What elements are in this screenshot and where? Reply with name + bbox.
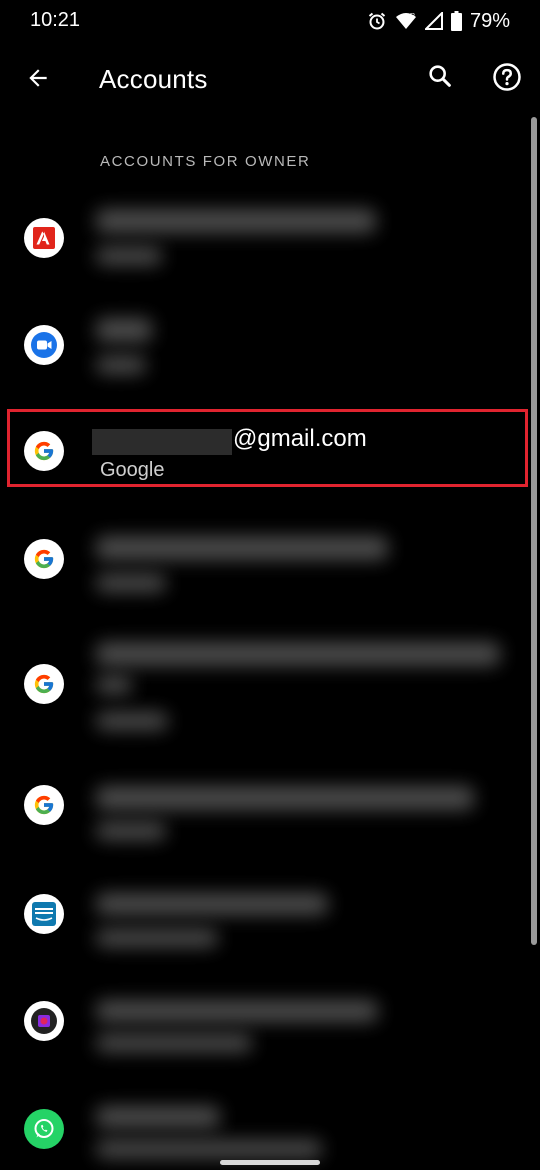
section-header: ACCOUNTS FOR OWNER: [100, 153, 311, 170]
blurred-account-name: [96, 1000, 378, 1022]
blurred-account-name-wrap: [96, 676, 132, 694]
blurred-account-type: [96, 1034, 252, 1052]
account-row-app[interactable]: [0, 968, 530, 1074]
blurred-account-type: [96, 822, 166, 840]
account-row-duo[interactable]: [0, 292, 530, 398]
page-title: Accounts: [99, 64, 208, 94]
status-time: 10:21: [30, 9, 81, 31]
google-duo-icon: [24, 325, 64, 365]
redacted-email-prefix: [92, 429, 232, 455]
account-provider: Google: [100, 459, 165, 481]
search-button[interactable]: [416, 54, 464, 102]
account-row-adobe[interactable]: [0, 185, 530, 291]
help-button[interactable]: [483, 55, 531, 103]
blurred-account-name: [96, 893, 328, 915]
blurred-account-type: [96, 356, 146, 374]
blurred-account-name: [96, 209, 376, 233]
status-icons: R 79%: [367, 8, 510, 34]
adobe-icon: [24, 218, 64, 258]
back-button[interactable]: [14, 56, 62, 104]
google-icon: [24, 664, 64, 704]
google-icon: [24, 785, 64, 825]
help-icon: [492, 62, 522, 97]
blurred-account-type: [96, 1140, 322, 1158]
accounts-screen: 10:21 R 79% Accounts ACCOUNTS FOR OWNER …: [0, 0, 540, 1170]
blurred-account-name: [96, 318, 152, 342]
blurred-account-type: [96, 574, 166, 592]
google-icon: [24, 539, 64, 579]
prime-video-icon: [24, 894, 64, 934]
alarm-icon: [367, 11, 387, 31]
blurred-account-name: [96, 786, 474, 810]
blurred-account-name: [96, 536, 388, 560]
account-row-google[interactable]: [0, 506, 530, 612]
battery-icon: [450, 11, 462, 31]
blurred-account-name: [96, 1106, 220, 1128]
battery-percent: 79%: [469, 9, 510, 32]
account-email: @gmail.com: [233, 425, 367, 452]
whatsapp-icon: [24, 1109, 64, 1149]
scrollbar[interactable]: [531, 117, 537, 945]
blurred-account-type: [96, 712, 168, 730]
blurred-account-name: [96, 642, 500, 666]
search-icon: [426, 62, 454, 95]
status-bar: 10:21 R 79%: [0, 0, 540, 42]
account-row-prime-video[interactable]: [0, 861, 530, 967]
blurred-account-type: [96, 929, 218, 947]
account-row-whatsapp[interactable]: [0, 1076, 530, 1170]
wifi-icon: R: [395, 12, 417, 30]
svg-text:R: R: [410, 13, 415, 20]
app-bar: Accounts: [0, 46, 540, 114]
back-arrow-icon: [25, 65, 51, 96]
account-row-google[interactable]: [0, 752, 530, 858]
signal-icon: [424, 12, 443, 30]
account-row-google[interactable]: [0, 622, 530, 746]
blurred-account-type: [96, 247, 162, 265]
gesture-nav-pill[interactable]: [220, 1160, 320, 1165]
app-icon: [24, 1001, 64, 1041]
